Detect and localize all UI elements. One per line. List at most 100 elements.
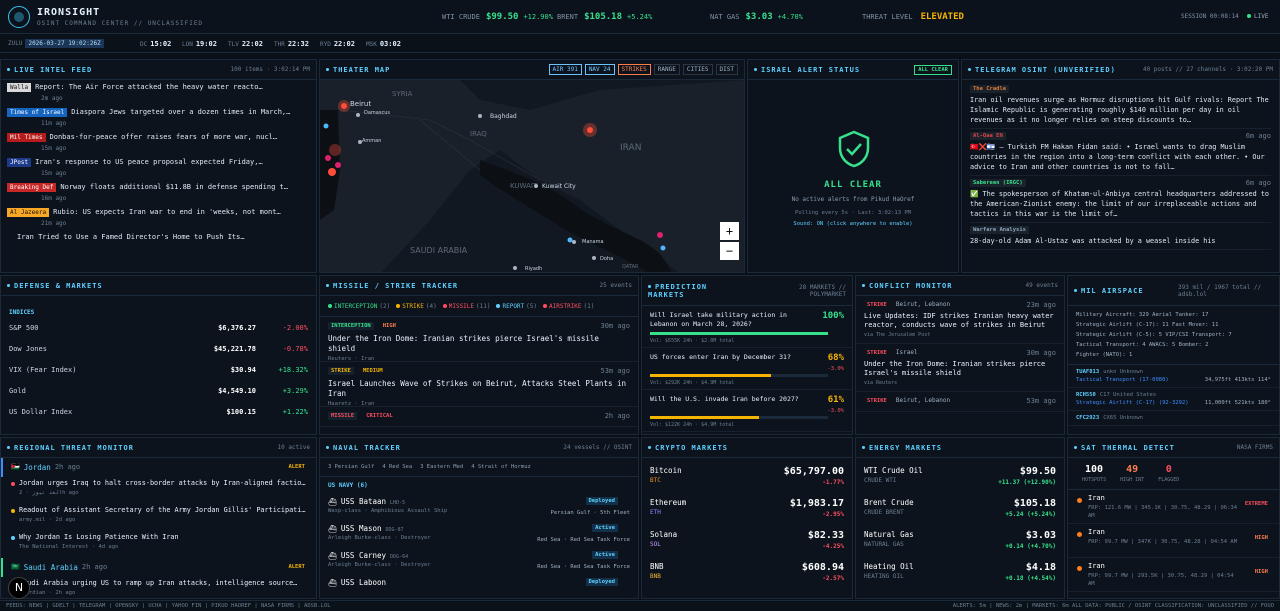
session-timer: SESSION 00:08:14 [1181, 13, 1239, 20]
region-filter[interactable]: 3 Persian Gulf [328, 464, 374, 470]
regional-threat-panel: REGIONAL THREAT MONITOR 10 active 🇯🇴 Jorda… [0, 437, 317, 599]
ship-row[interactable]: ⛴ USS Laboon Deployed [320, 575, 638, 598]
threat-item[interactable]: Why Jordan Is Losing Patience With Iran T… [1, 531, 316, 558]
filter-chip[interactable]: MISSILE (11) [442, 303, 490, 310]
feed-item[interactable]: JPost Iran's response to US peace proposa… [1, 155, 316, 180]
strike-event[interactable]: INTERCEPTION HIGH 30m ago Under the Iron Do… [320, 317, 638, 362]
map-toggle-range[interactable]: RANGE [653, 64, 680, 75]
zoom-out-button[interactable]: − [720, 242, 739, 260]
threat-level-value: ELEVATED [920, 12, 964, 22]
ship-row[interactable]: ⛴ USS Bataan LHD-5 Wasp-class · Amphibious … [320, 494, 638, 521]
telegram-post[interactable]: Warfare Analysis 28-day-old Adam Al-Ustaz… [970, 223, 1271, 250]
index-row[interactable]: VIX (Fear Index) $30.94 +18.32% [1, 361, 316, 382]
threat-item[interactable]: Readout of Assistant Secretary of the Ar… [1, 504, 316, 531]
feed-item[interactable]: Breaking Def Norway floats additional $11… [1, 180, 316, 205]
prediction-market[interactable]: Will Israel take military action in Leba… [642, 306, 852, 348]
next-dev-badge-icon[interactable]: N [8, 577, 30, 599]
country-group[interactable]: 🇯🇴 Jordan 2h ago ALERT [1, 458, 316, 477]
index-name: VIX (Fear Index) [9, 366, 77, 374]
post-time: 6m ago [1245, 132, 1271, 140]
feed-item[interactable]: Al Jazeera Rubio: US expects Iran war to … [1, 205, 316, 230]
ticker-1: BRENT $105.18 +5.24% [557, 12, 653, 22]
conflict-event[interactable]: STRIKE Beirut, Lebanon 23m ago Live Updates… [856, 296, 1064, 344]
filter-chip[interactable]: INTERCEPTION (2) [328, 303, 390, 310]
energy-row[interactable]: Natural Gas NATURAL GAS $3.03 +0.14 (+4.70%… [856, 526, 1064, 558]
region-filter[interactable]: 3 Eastern Med [420, 464, 463, 470]
region-filter[interactable]: 4 Strait of Hormuz [471, 464, 531, 470]
index-row[interactable]: Dow Jones $45,221.78 -0.78% [1, 340, 316, 361]
hotspot-row[interactable]: Iran FRP: 99.7 MW | 347K | 30.75, 48.28 |… [1068, 524, 1279, 558]
post-text: ✅ The spokesperson of Khatam-ul-Anbiya c… [970, 190, 1269, 218]
map-label-syria: SYRIA [392, 90, 413, 98]
flight-row[interactable]: TUAF813 unkn Unknown Tactical Transport (1… [1068, 365, 1279, 388]
filter-chip[interactable]: AIRSTRIKE (1) [543, 303, 594, 310]
feed-item-time: 15m ago [41, 170, 67, 177]
strike-event[interactable]: STRIKE MEDIUM 53m ago Israel Launches Wave … [320, 362, 638, 407]
telegram-post[interactable]: The Cradle Iran oil revenues surge as Hor… [970, 82, 1271, 129]
conflict-event[interactable]: STRIKE Israel 30m ago Under the Iron Dome: … [856, 344, 1064, 392]
crypto-row[interactable]: Solana SOL $82.33 -4.25% [642, 526, 852, 558]
alert-status: ALL CLEAR [824, 180, 882, 190]
event-type-icon [543, 304, 548, 308]
theater-map-panel: THEATER MAP AIR 391 NAV 24 STRIKES RANGE CIT… [319, 59, 745, 273]
country-group[interactable]: 🇸🇦 Saudi Arabia 2h ago ALERT [1, 558, 316, 577]
flight-row[interactable]: CFC2923 CX65 Unknown [1068, 411, 1279, 426]
crypto-row[interactable]: BNB BNB $608.94 -2.57% [642, 558, 852, 590]
energy-row[interactable]: WTI Crude Oil CRUDE WTI $99.50 +11.37 (+12.… [856, 462, 1064, 494]
flight-row[interactable]: RCH550 C17 United States Strategic Airlift… [1068, 388, 1279, 411]
missile-tracker-panel: MISSILE / STRIKE TRACKER 25 events INTERC… [319, 275, 639, 435]
index-row[interactable]: Gold $4,549.10 +3.29% [1, 382, 316, 403]
index-name: S&P 500 [9, 324, 39, 332]
crypto-row[interactable]: Bitcoin BTC $65,797.00 -1.77% [642, 462, 852, 494]
threat-item[interactable]: Jordan urges Iraq to halt cross-border a… [1, 477, 316, 504]
telegram-post[interactable]: Al-Qaa EN 6m ago 🇹🇷❌🇮🇱 — Turkish FM Hakan … [970, 129, 1271, 176]
telegram-post[interactable]: Sabereen (IRGC) 6m ago ✅ The spokesperson … [970, 176, 1271, 223]
strike-event[interactable]: MISSILE CRITICAL 2h ago [320, 407, 638, 427]
feed-item[interactable]: Mil Times Donbas-for-peace offer raises f… [1, 130, 316, 155]
source-badge [7, 233, 13, 235]
energy-row[interactable]: Brent Crude CRUDE BRENT $105.18 +5.24 (+5.2… [856, 494, 1064, 526]
map-toggle-dist[interactable]: DIST [715, 64, 738, 75]
feed-item[interactable]: Iran Tried to Use a Famed Director's Hom… [1, 230, 316, 255]
israel-alert-panel: ISRAEL ALERT STATUS ALL CLEAR ALL CLEAR N… [747, 59, 959, 273]
prediction-market[interactable]: Will the U.S. invade Iran before 2027? 61… [642, 390, 852, 432]
city-clock: THR 22:32 [274, 40, 309, 48]
hotspot-row[interactable]: Iran FRP: 99.7 MW | 293.5K | 30.75, 48.29… [1068, 558, 1279, 592]
feed-item-time: 15m ago [41, 145, 67, 152]
panel-title: LIVE INTEL FEED [7, 66, 92, 74]
post-text: 28-day-old Adam Al-Ustaz was attacked by… [970, 237, 1216, 245]
hotspot-dot-icon [1077, 498, 1082, 503]
sound-toggle[interactable]: Sound: ON (click anywhere to enable) [748, 221, 958, 227]
conflict-event[interactable]: STRIKE Beirut, Lebanon 53m ago [856, 392, 1064, 412]
feed-item[interactable]: Times of Israel Diaspora Jews targeted ov… [1, 105, 316, 130]
index-change: +3.29% [282, 387, 308, 395]
map-toggle-nav[interactable]: NAV 24 [584, 64, 615, 75]
zoom-in-button[interactable]: + [720, 222, 739, 240]
ship-row[interactable]: ⛴ USS Carney DDG-64 Arleigh Burke-class · D… [320, 548, 638, 575]
probability-bar [650, 332, 828, 335]
feed-item[interactable]: Walla Report: The Air Force attacked the … [1, 80, 316, 105]
prediction-market[interactable]: US forces enter Iran by December 31? 68% -… [642, 348, 852, 390]
ship-icon: ⛴ [328, 525, 337, 533]
telegram-osint-panel: TELEGRAM OSINT (UNVERIFIED) 40 posts // 2… [961, 59, 1280, 273]
filter-chip[interactable]: STRIKE (4) [396, 303, 437, 310]
hotspot-row[interactable]: Iran FRP: 121.6 MW | 345.1K | 30.75, 48.2… [1068, 490, 1279, 524]
threat-level: THREAT LEVEL ELEVATED [862, 12, 964, 22]
energy-row[interactable]: Heating Oil HEATING OIL $4.18 +0.18 (+4.54%… [856, 558, 1064, 590]
ship-row[interactable]: ⛴ USS Mason DDG-87 Arleigh Burke-class · De… [320, 521, 638, 548]
threat-item[interactable]: Saudi Arabia urging US to ramp up Iran a… [1, 577, 316, 598]
flag-icon: 🇯🇴 [11, 463, 20, 471]
index-name: US Dollar Index [9, 408, 73, 416]
map-canvas[interactable]: SYRIA Beirut Damascus Amman Baghdad IRAQ… [320, 80, 744, 272]
map-toggle-cities[interactable]: CITIES [682, 64, 713, 75]
region-filter[interactable]: 4 Red Sea [382, 464, 412, 470]
index-row[interactable]: US Dollar Index $100.15 +1.22% [1, 403, 316, 424]
map-toggle-air[interactable]: AIR 391 [548, 64, 582, 75]
event-location: Israel [895, 349, 918, 356]
map-toggle-strikes[interactable]: STRIKES [617, 64, 651, 75]
aircraft-count-line: Tactical Transport: 4 AWACS: 5 Bomber: 2 [1076, 342, 1209, 348]
crypto-row[interactable]: Ethereum ETH $1,983.17 -2.95% [642, 494, 852, 526]
filter-chip[interactable]: REPORT (5) [496, 303, 537, 310]
mil-airspace-panel: MIL AIRSPACE 393 mil / 1967 total // adsb… [1067, 275, 1280, 435]
index-row[interactable]: S&P 500 $6,376.27 -2.00% [1, 319, 316, 340]
